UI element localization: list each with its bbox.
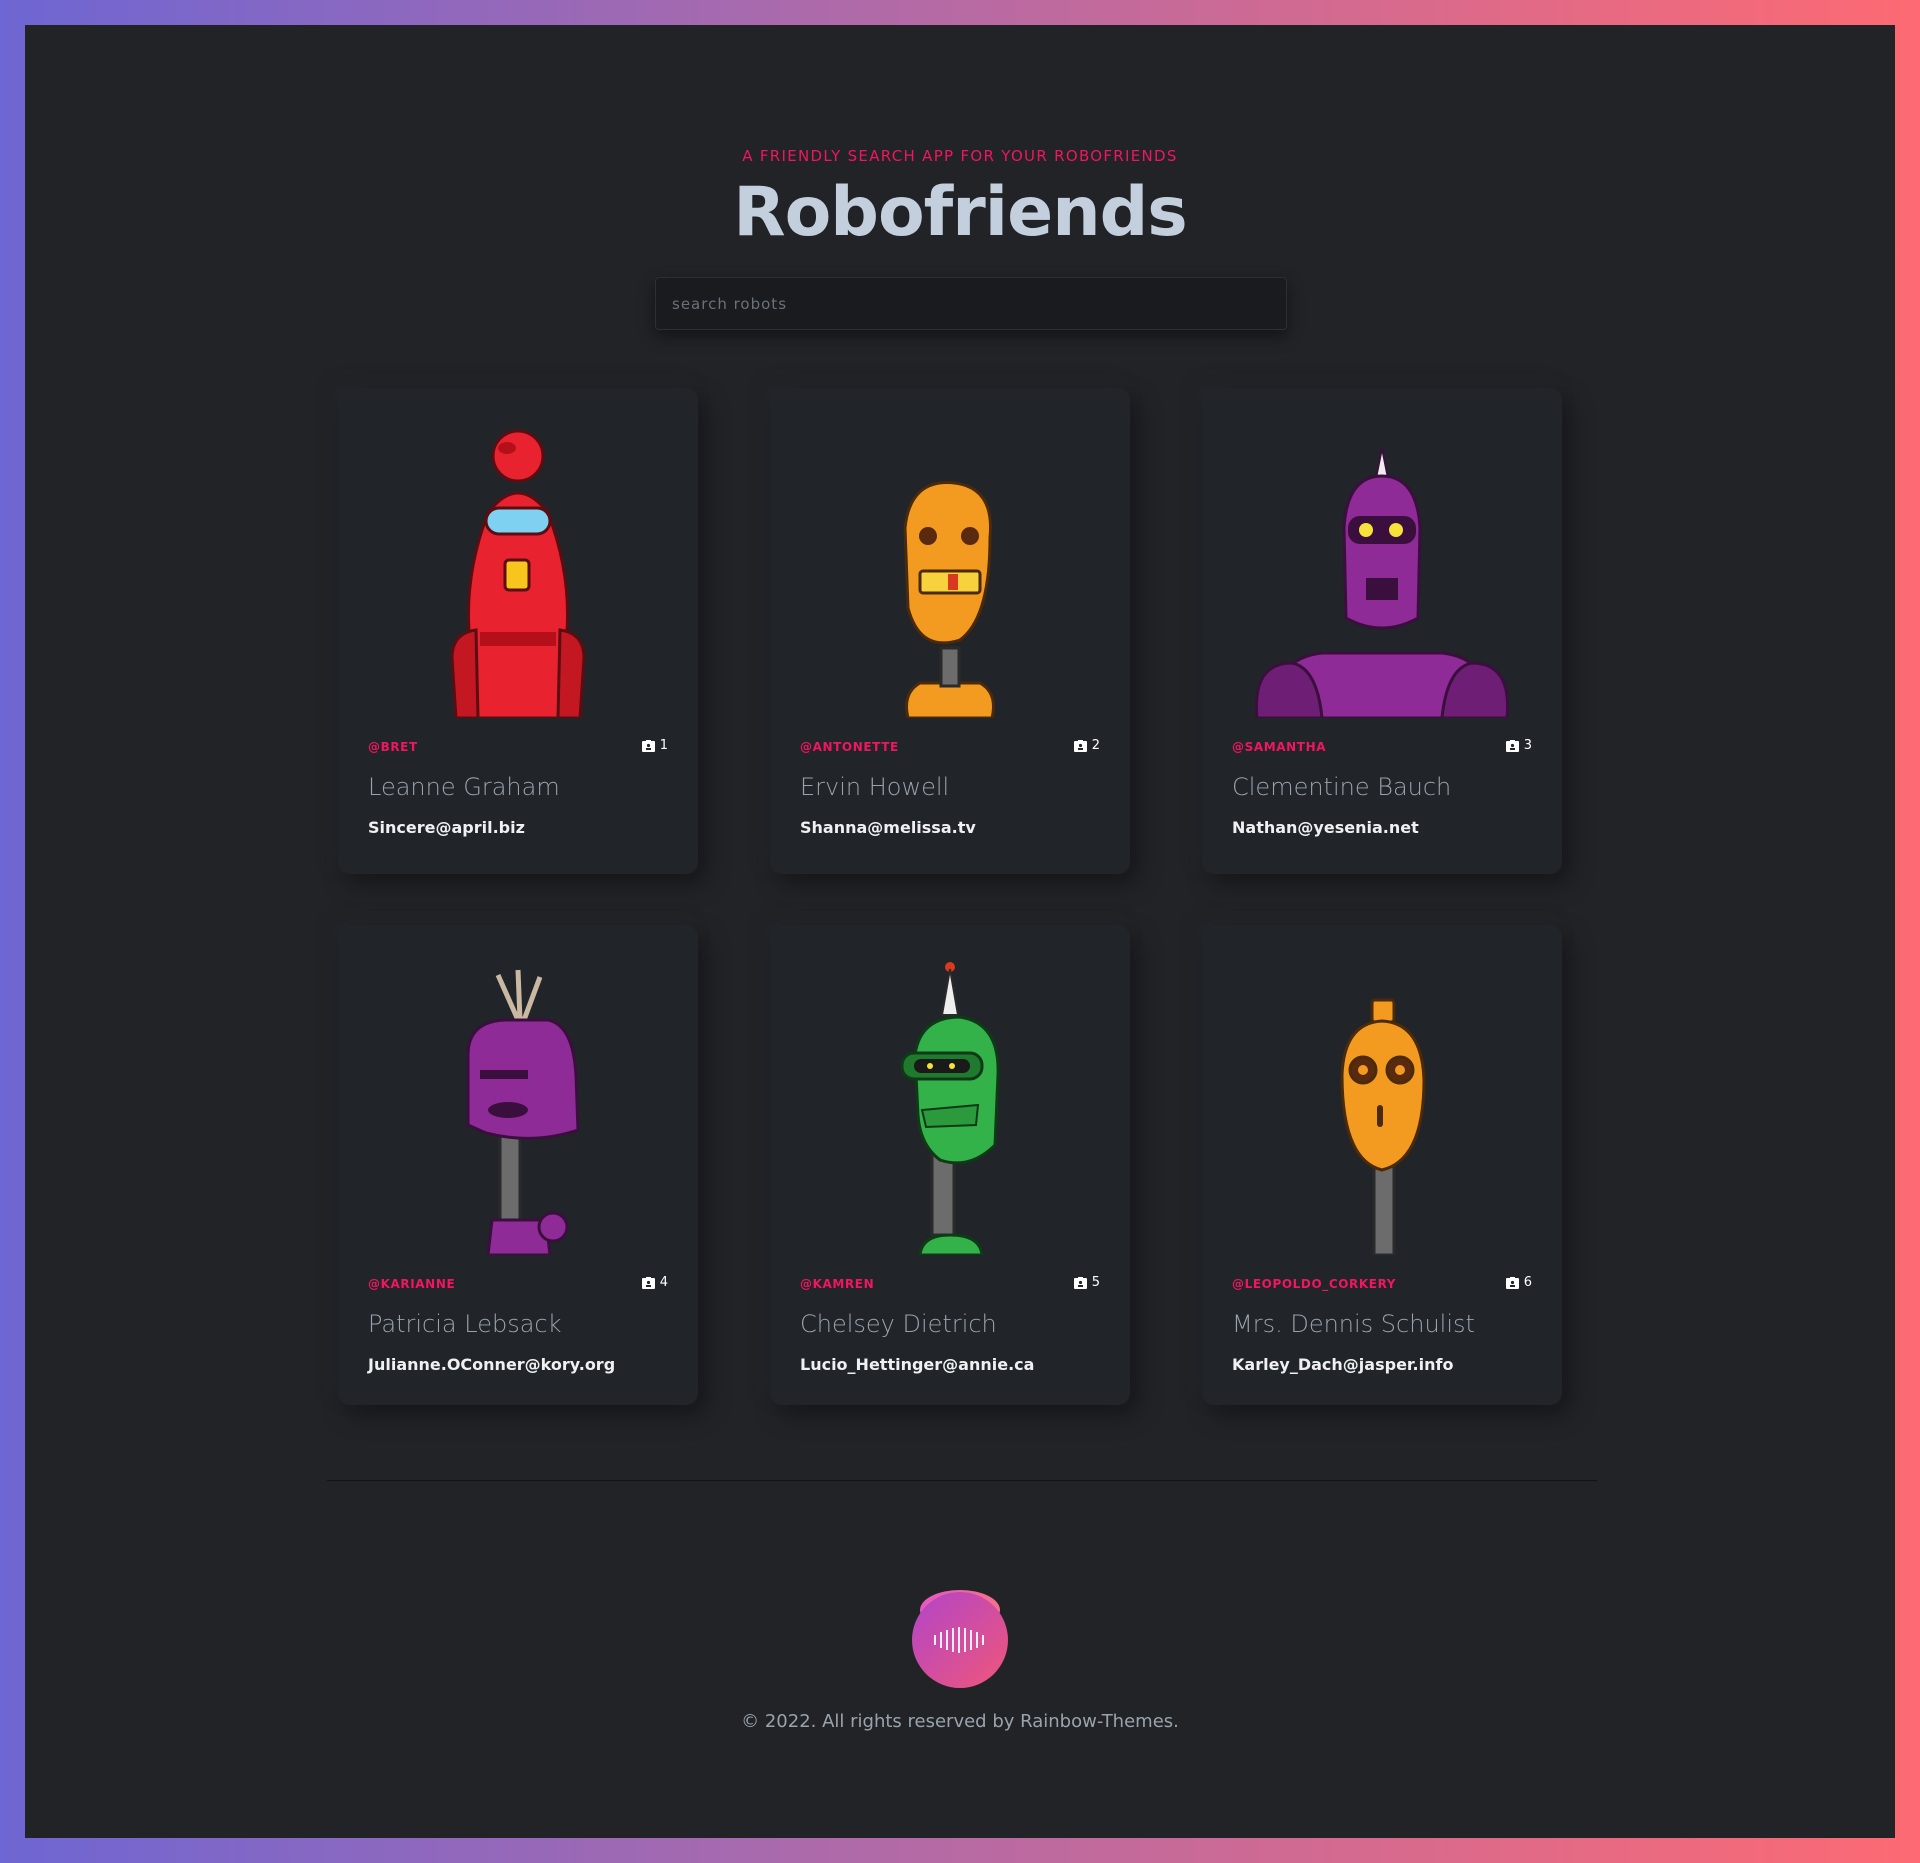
robot-id: 6 xyxy=(1505,1275,1532,1290)
page-title: Robofriends xyxy=(733,173,1188,252)
robot-id-number: 4 xyxy=(659,1275,668,1290)
robot-card[interactable]: @ANTONETTE 2 Ervin Howell Shanna@melissa… xyxy=(770,388,1130,874)
robot-email: Nathan@yesenia.net xyxy=(1232,818,1419,837)
robot-name: Patricia Lebsack xyxy=(368,1310,562,1338)
search-input[interactable] xyxy=(656,278,1286,329)
rainbow-themes-logo[interactable] xyxy=(905,1580,1015,1690)
red-robot-avatar xyxy=(368,418,668,718)
robot-id-number: 3 xyxy=(1523,738,1532,753)
robot-name: Clementine Bauch xyxy=(1232,773,1452,801)
tagline: A FRIENDLY SEARCH APP FOR YOUR ROBOFRIEN… xyxy=(742,147,1178,165)
app-frame: A FRIENDLY SEARCH APP FOR YOUR ROBOFRIEN… xyxy=(25,25,1895,1838)
robot-name: Chelsey Dietrich xyxy=(800,1310,997,1338)
robot-username: @ANTONETTE xyxy=(800,740,899,754)
id-badge-icon xyxy=(1505,739,1519,752)
robot-name: Mrs. Dennis Schulist xyxy=(1232,1310,1475,1338)
robot-email: Shanna@melissa.tv xyxy=(800,818,976,837)
robot-email: Lucio_Hettinger@annie.ca xyxy=(800,1355,1035,1374)
robot-card[interactable]: @KARIANNE 4 Patricia Lebsack Julianne.OC… xyxy=(338,925,698,1405)
green-robot-avatar xyxy=(800,955,1100,1255)
footer-divider xyxy=(327,1480,1597,1481)
purple-robot-avatar xyxy=(368,955,668,1255)
robot-id: 1 xyxy=(641,738,668,753)
robot-id-number: 5 xyxy=(1091,1275,1100,1290)
robot-card[interactable]: @BRET 1 Leanne Graham Sincere@april.biz xyxy=(338,388,698,874)
robot-email: Julianne.OConner@kory.org xyxy=(368,1355,616,1374)
purple-robot-avatar xyxy=(1232,418,1532,718)
robot-card[interactable]: @KAMREN 5 Chelsey Dietrich Lucio_Hetting… xyxy=(770,925,1130,1405)
robot-id-number: 2 xyxy=(1091,738,1100,753)
copyright-text: © 2022. All rights reserved by Rainbow-T… xyxy=(741,1711,1179,1732)
orange-robot-avatar xyxy=(800,418,1100,718)
robot-email: Karley_Dach@jasper.info xyxy=(1232,1355,1454,1374)
search-box xyxy=(655,277,1287,330)
robot-name: Ervin Howell xyxy=(800,773,950,801)
robot-id-number: 6 xyxy=(1523,1275,1532,1290)
robot-id: 3 xyxy=(1505,738,1532,753)
id-badge-icon xyxy=(641,1276,655,1289)
robot-username: @KAMREN xyxy=(800,1277,875,1291)
robot-id: 5 xyxy=(1073,1275,1100,1290)
orange-robot-avatar xyxy=(1232,955,1532,1255)
id-badge-icon xyxy=(1505,1276,1519,1289)
robot-username: @BRET xyxy=(368,740,418,754)
robot-username: @LEOPOLDO_CORKERY xyxy=(1232,1277,1397,1291)
robot-email: Sincere@april.biz xyxy=(368,818,525,837)
robot-name: Leanne Graham xyxy=(368,773,560,801)
id-badge-icon xyxy=(1073,1276,1087,1289)
robot-card[interactable]: @SAMANTHA 3 Clementine Bauch Nathan@yese… xyxy=(1202,388,1562,874)
robot-card[interactable]: @LEOPOLDO_CORKERY 6 Mrs. Dennis Schulist… xyxy=(1202,925,1562,1405)
robot-id-number: 1 xyxy=(659,738,668,753)
robot-username: @SAMANTHA xyxy=(1232,740,1327,754)
robot-username: @KARIANNE xyxy=(368,1277,456,1291)
robot-id: 4 xyxy=(641,1275,668,1290)
id-badge-icon xyxy=(1073,739,1087,752)
robot-id: 2 xyxy=(1073,738,1100,753)
id-badge-icon xyxy=(641,739,655,752)
